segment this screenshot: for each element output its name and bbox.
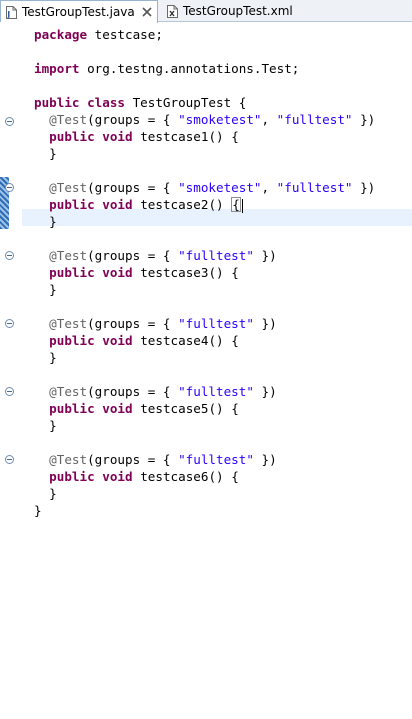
code-line: } — [49, 486, 57, 501]
code-line: public void testcase6() { — [49, 469, 239, 484]
code-line: @Test(groups = { "fulltest" }) — [49, 248, 277, 263]
code-line: public void testcase3() { — [49, 265, 239, 280]
java-file-icon — [6, 5, 17, 19]
fold-icon[interactable] — [5, 117, 14, 126]
fold-icon[interactable] — [5, 387, 14, 396]
editor-gutter — [0, 22, 22, 526]
code-line: import org.testng.annotations.Test; — [34, 61, 300, 76]
tab-testgrouptest-java[interactable]: TestGroupTest.java — [0, 0, 158, 23]
code-line: } — [49, 418, 57, 433]
tab-label: TestGroupTest.xml — [183, 4, 293, 18]
fold-icon[interactable] — [5, 455, 14, 464]
code-line: @Test(groups = { "fulltest" }) — [49, 316, 277, 331]
fold-icon[interactable] — [5, 319, 14, 328]
code-text[interactable]: package testcase; import org.testng.anno… — [34, 22, 412, 719]
code-line: } — [34, 503, 42, 518]
code-line: } — [49, 350, 57, 365]
code-line: public void testcase2() { — [34, 196, 412, 213]
code-line: } — [49, 146, 57, 161]
code-line: @Test(groups = { "smoketest", "fulltest"… — [49, 180, 376, 195]
code-line: @Test(groups = { "smoketest", "fulltest"… — [49, 112, 376, 127]
tab-testgrouptest-xml[interactable]: TestGroupTest.xml — [162, 0, 332, 22]
code-editor[interactable]: package testcase; import org.testng.anno… — [0, 22, 412, 526]
code-line: @Test(groups = { "fulltest" }) — [49, 452, 277, 467]
code-line: } — [49, 214, 57, 229]
text-caret — [241, 198, 243, 213]
code-line: package testcase; — [34, 27, 163, 42]
fold-icon[interactable] — [5, 251, 14, 260]
code-line: @Test(groups = { "fulltest" }) — [49, 384, 277, 399]
code-line: public void testcase5() { — [49, 401, 239, 416]
code-line: public void testcase1() { — [49, 129, 239, 144]
matching-bracket: { — [231, 197, 241, 212]
tab-label: TestGroupTest.java — [22, 5, 135, 19]
editor-tab-bar: TestGroupTest.java TestGroupTest.xml — [0, 0, 412, 23]
xml-file-icon — [167, 4, 178, 18]
code-line: public class TestGroupTest { — [34, 95, 247, 110]
code-line: public void testcase4() { — [49, 333, 239, 348]
fold-icon[interactable] — [5, 183, 14, 192]
code-line: } — [49, 282, 57, 297]
close-icon[interactable] — [141, 6, 153, 18]
